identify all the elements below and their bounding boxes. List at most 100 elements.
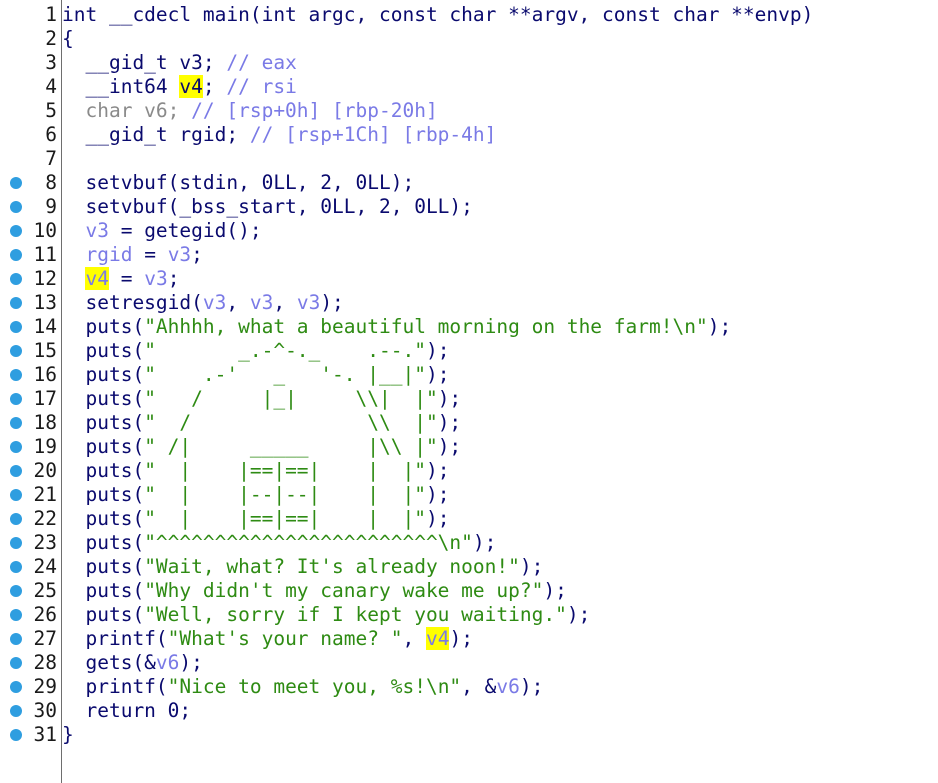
code-token[interactable]: =: [132, 243, 167, 266]
code-token[interactable]: );: [520, 675, 543, 698]
code-token[interactable]: setvbuf(stdin, 0LL, 2, 0LL);: [62, 171, 414, 194]
code-text[interactable]: setvbuf(_bss_start, 0LL, 2, 0LL);: [62, 195, 472, 219]
code-line[interactable]: 19 puts(" /| _____ |\\ |");: [0, 435, 938, 459]
code-text[interactable]: __gid_t v3; // eax: [62, 51, 296, 75]
string-literal[interactable]: " _.-^-._ .--.": [144, 339, 426, 362]
code-text[interactable]: }: [62, 723, 74, 747]
code-token[interactable]: puts(: [62, 315, 144, 338]
code-token[interactable]: __gid_t rgid;: [62, 123, 250, 146]
code-line[interactable]: 2{: [0, 27, 938, 51]
code-line[interactable]: 1 int __cdecl main(int argc, const char *…: [0, 3, 938, 27]
string-literal[interactable]: "Nice to meet you, %s!\n": [168, 675, 462, 698]
code-token[interactable]: {: [62, 27, 74, 50]
code-token[interactable]: );: [520, 555, 543, 578]
code-token[interactable]: );: [179, 651, 202, 674]
code-line[interactable]: 29 printf("Nice to meet you, %s!\n", &v6…: [0, 675, 938, 699]
code-token[interactable]: puts(: [62, 531, 144, 554]
code-token[interactable]: puts(: [62, 339, 144, 362]
code-line[interactable]: 31}: [0, 723, 938, 747]
code-token[interactable]: puts(: [62, 435, 144, 458]
code-token[interactable]: ;: [168, 267, 180, 290]
code-text[interactable]: printf("Nice to meet you, %s!\n", &v6);: [62, 675, 543, 699]
string-literal[interactable]: " /| _____ |\\ |": [144, 435, 438, 458]
code-token[interactable]: );: [567, 603, 590, 626]
code-token[interactable]: = getegid();: [109, 219, 262, 242]
code-token[interactable]: );: [426, 363, 449, 386]
code-line[interactable]: 27 printf("What's your name? ", v4);: [0, 627, 938, 651]
code-token[interactable]: return 0;: [62, 699, 191, 722]
code-text[interactable]: setresgid(v3, v3, v3);: [62, 291, 343, 315]
code-text[interactable]: puts(" _.-^-._ .--.");: [62, 339, 449, 363]
code-line[interactable]: 24 puts("Wait, what? It's already noon!"…: [0, 555, 938, 579]
code-line[interactable]: 23 puts("^^^^^^^^^^^^^^^^^^^^^^^^\n");: [0, 531, 938, 555]
string-literal[interactable]: " | |==|==| | |": [144, 459, 426, 482]
code-token[interactable]: );: [438, 435, 461, 458]
code-text[interactable]: {: [62, 27, 74, 51]
code-line[interactable]: 20 puts(" | |==|==| | |");: [0, 459, 938, 483]
code-token[interactable]: );: [320, 291, 343, 314]
code-token[interactable]: puts(: [62, 363, 144, 386]
code-line[interactable]: 10 v3 = getegid();: [0, 219, 938, 243]
code-token[interactable]: [62, 267, 85, 290]
code-line[interactable]: 3 __gid_t v3; // eax: [0, 51, 938, 75]
string-literal[interactable]: "Ahhhh, what a beautiful morning on the …: [144, 315, 708, 338]
code-comment[interactable]: // [rsp+0h] [rbp-20h]: [191, 99, 438, 122]
code-line[interactable]: 5 char v6; // [rsp+0h] [rbp-20h]: [0, 99, 938, 123]
code-line[interactable]: 25 puts("Why didn't my canary wake me up…: [0, 579, 938, 603]
code-token[interactable]: ,: [226, 291, 249, 314]
code-token[interactable]: setvbuf(_bss_start, 0LL, 2, 0LL);: [62, 195, 472, 218]
code-line[interactable]: 12 v4 = v3;: [0, 267, 938, 291]
code-line[interactable]: 22 puts(" | |==|==| | |");: [0, 507, 938, 531]
code-token[interactable]: puts(: [62, 555, 144, 578]
code-token[interactable]: );: [438, 411, 461, 434]
string-literal[interactable]: "^^^^^^^^^^^^^^^^^^^^^^^^\n": [144, 531, 473, 554]
code-text[interactable]: v4 = v3;: [62, 267, 179, 291]
code-comment[interactable]: // eax: [226, 51, 296, 74]
code-token[interactable]: setresgid(: [62, 291, 202, 314]
code-token[interactable]: puts(: [62, 411, 144, 434]
code-token[interactable]: printf(: [62, 675, 167, 698]
code-token[interactable]: );: [426, 483, 449, 506]
code-line[interactable]: 28 gets(&v6);: [0, 651, 938, 675]
code-line[interactable]: 21 puts(" | |--|--| | |");: [0, 483, 938, 507]
code-token[interactable]: puts(: [62, 459, 144, 482]
highlighted-identifier[interactable]: v4: [179, 75, 203, 98]
code-line[interactable]: 14 puts("Ahhhh, what a beautiful morning…: [0, 315, 938, 339]
code-text[interactable]: __gid_t rgid; // [rsp+1Ch] [rbp-4h]: [62, 123, 496, 147]
code-token[interactable]: puts(: [62, 387, 144, 410]
code-token[interactable]: puts(: [62, 507, 144, 530]
highlighted-identifier[interactable]: v4: [85, 267, 109, 290]
code-token[interactable]: [62, 219, 85, 242]
code-token[interactable]: );: [543, 579, 566, 602]
code-text[interactable]: puts(" | |==|==| | |");: [62, 507, 449, 531]
code-token[interactable]: );: [426, 507, 449, 530]
code-text[interactable]: puts("Wait, what? It's already noon!");: [62, 555, 543, 579]
string-literal[interactable]: "Why didn't my canary wake me up?": [144, 579, 543, 602]
code-token[interactable]: ,: [273, 291, 296, 314]
variable-token[interactable]: v3: [85, 219, 108, 242]
code-token[interactable]: );: [438, 387, 461, 410]
code-text[interactable]: puts(" .-' _ '-. |__|");: [62, 363, 449, 387]
variable-token[interactable]: v3: [297, 291, 320, 314]
code-line[interactable]: 16 puts(" .-' _ '-. |__|");: [0, 363, 938, 387]
code-token[interactable]: puts(: [62, 483, 144, 506]
code-text[interactable]: return 0;: [62, 699, 191, 723]
code-line[interactable]: 11 rgid = v3;: [0, 243, 938, 267]
code-text[interactable]: puts(" | |--|--| | |");: [62, 483, 449, 507]
variable-token[interactable]: rgid: [85, 243, 132, 266]
highlighted-identifier[interactable]: 4: [437, 627, 450, 650]
code-token[interactable]: puts(: [62, 603, 144, 626]
code-comment[interactable]: // [rsp+1Ch] [rbp-4h]: [250, 123, 497, 146]
code-line[interactable]: 26 puts("Well, sorry if I kept you waiti…: [0, 603, 938, 627]
code-token[interactable]: ,: [402, 627, 425, 650]
code-line[interactable]: 4 __int64 v4; // rsi: [0, 75, 938, 99]
code-text[interactable]: puts(" /| _____ |\\ |");: [62, 435, 461, 459]
code-token[interactable]: printf(: [62, 627, 167, 650]
code-text[interactable]: puts(" / \\ |");: [62, 411, 461, 435]
code-token[interactable]: [62, 243, 85, 266]
code-text[interactable]: puts("Well, sorry if I kept you waiting.…: [62, 603, 590, 627]
code-text[interactable]: puts("Why didn't my canary wake me up?")…: [62, 579, 566, 603]
code-line[interactable]: 9 setvbuf(_bss_start, 0LL, 2, 0LL);: [0, 195, 938, 219]
string-literal[interactable]: " | |--|--| | |": [144, 483, 426, 506]
code-text[interactable]: __int64 v4; // rsi: [62, 75, 297, 99]
